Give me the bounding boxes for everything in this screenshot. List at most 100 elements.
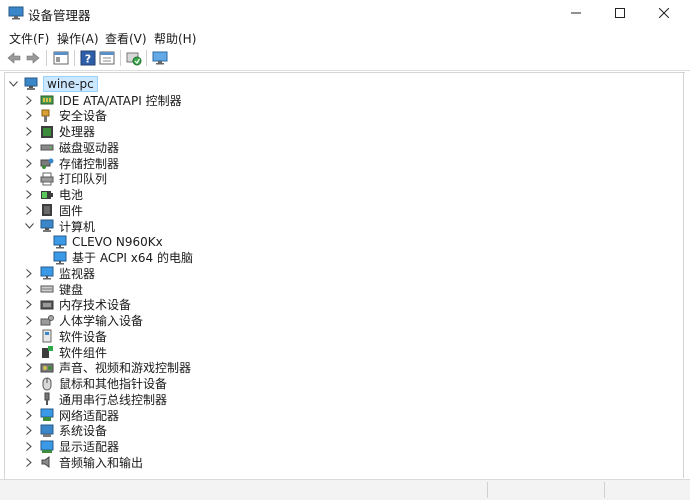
chevron-right-icon[interactable] <box>23 391 35 407</box>
device-category[interactable]: 内存技术设备 <box>23 297 131 313</box>
menu-action[interactable]: 操作(A) <box>57 30 99 47</box>
chevron-right-icon[interactable] <box>23 92 35 108</box>
display-adapter-icon <box>40 440 54 453</box>
chevron-down-icon[interactable] <box>23 218 35 234</box>
chevron-right-icon[interactable] <box>23 439 35 455</box>
chevron-right-icon[interactable] <box>23 124 35 140</box>
chevron-right-icon[interactable] <box>23 202 35 218</box>
security-key-icon <box>41 109 50 122</box>
properties-icon[interactable] <box>99 50 115 66</box>
scan-hardware-icon[interactable] <box>152 50 168 66</box>
device-item[interactable]: 基于 ACPI x64 的电脑 <box>53 250 193 266</box>
toolbar: ? <box>0 46 690 71</box>
root-computer-label: wine-pc <box>43 76 98 92</box>
device-category[interactable]: 安全设备 <box>23 108 107 124</box>
device-category[interactable]: 键盘 <box>23 281 83 297</box>
maximize-button[interactable] <box>598 0 642 26</box>
device-category[interactable]: 通用串行总线控制器 <box>23 391 167 407</box>
toolbar-separator <box>46 50 47 66</box>
device-category[interactable]: 鼠标和其他指针设备 <box>23 376 167 392</box>
device-label: 固件 <box>59 203 84 218</box>
status-separator <box>604 482 605 498</box>
device-category[interactable]: 存储控制器 <box>23 155 119 171</box>
device-category[interactable]: 显示适配器 <box>23 439 119 455</box>
device-category[interactable]: 监视器 <box>23 265 95 281</box>
menu-file[interactable]: 文件(F) <box>9 30 49 47</box>
device-label: 监视器 <box>59 266 96 281</box>
show-hide-console-tree-icon[interactable] <box>53 50 69 66</box>
device-label: 处理器 <box>59 125 96 139</box>
hid-icon <box>40 314 54 325</box>
device-label: 人体学输入设备 <box>59 314 144 328</box>
chevron-down-icon[interactable] <box>7 76 19 92</box>
window-title: 设备管理器 <box>28 8 91 23</box>
system-device-icon <box>40 424 54 437</box>
update-driver-icon[interactable] <box>126 50 142 66</box>
audio-io-icon <box>41 456 50 469</box>
device-category[interactable]: 人体学输入设备 <box>23 313 143 329</box>
minimize-button[interactable] <box>554 0 598 26</box>
memory-device-icon <box>40 300 54 310</box>
device-category[interactable]: 打印队列 <box>23 171 107 187</box>
chevron-right-icon[interactable] <box>23 454 35 470</box>
device-category[interactable]: 音频输入和输出 <box>23 454 143 470</box>
device-category[interactable]: 固件 <box>23 202 83 218</box>
chevron-right-icon[interactable] <box>23 108 35 124</box>
chevron-right-icon[interactable] <box>23 297 35 313</box>
chevron-right-icon[interactable] <box>23 407 35 423</box>
device-label: 声音、视频和游戏控制器 <box>59 361 192 376</box>
tree-root[interactable]: wine-pc <box>7 76 98 92</box>
device-category[interactable]: 系统设备 <box>23 423 107 439</box>
chevron-right-icon[interactable] <box>23 328 35 344</box>
device-label: 软件设备 <box>59 329 108 344</box>
title-bar: 设备管理器 <box>0 0 690 26</box>
forward-arrow-icon[interactable] <box>25 50 41 66</box>
device-category[interactable]: 声音、视频和游戏控制器 <box>23 360 191 376</box>
device-category[interactable]: 软件设备 <box>23 328 107 344</box>
help-icon[interactable]: ? <box>80 50 96 66</box>
chevron-right-icon[interactable] <box>23 313 35 329</box>
device-label: CLEVO N960Kx <box>72 234 163 249</box>
status-separator <box>487 482 488 498</box>
back-arrow-icon[interactable] <box>6 50 22 66</box>
software-component-icon <box>42 346 53 358</box>
device-category[interactable]: 电池 <box>23 187 83 203</box>
menu-bar: 文件(F) 操作(A) 查看(V) 帮助(H) <box>0 27 690 47</box>
device-tree: wine-pc IDE ATA/ATAPI 控制器 安全设备 处理器 磁盘驱动器 存储控… <box>4 72 685 479</box>
chevron-right-icon[interactable] <box>23 360 35 376</box>
device-item[interactable]: CLEVO N960Kx <box>53 234 163 250</box>
minimize-icon <box>571 12 581 14</box>
computer-icon <box>40 219 54 232</box>
battery-icon <box>41 190 53 199</box>
device-category[interactable]: IDE ATA/ATAPI 控制器 <box>23 92 182 108</box>
chevron-right-icon[interactable] <box>23 281 35 297</box>
device-label: 显示适配器 <box>59 440 120 454</box>
chevron-right-icon[interactable] <box>23 423 35 439</box>
device-label: 通用串行总线控制器 <box>59 392 168 407</box>
device-category[interactable]: 网络适配器 <box>23 407 119 423</box>
menu-help[interactable]: 帮助(H) <box>154 30 196 47</box>
chevron-right-icon[interactable] <box>23 265 35 281</box>
chevron-right-icon[interactable] <box>23 155 35 171</box>
chevron-right-icon[interactable] <box>23 171 35 187</box>
device-label: 安全设备 <box>59 109 108 124</box>
storage-controller-icon <box>40 158 54 169</box>
chevron-right-icon[interactable] <box>23 187 35 203</box>
monitor-icon <box>53 251 67 264</box>
chevron-right-icon[interactable] <box>23 139 35 155</box>
keyboard-icon <box>40 285 54 293</box>
device-category[interactable]: 软件组件 <box>23 344 107 360</box>
chevron-right-icon[interactable] <box>23 344 35 360</box>
device-category[interactable]: 磁盘驱动器 <box>23 139 119 155</box>
monitor-icon <box>53 235 67 249</box>
software-device-icon <box>42 329 52 343</box>
close-button[interactable] <box>642 0 686 26</box>
usb-icon <box>44 392 50 406</box>
chevron-right-icon[interactable] <box>23 376 35 392</box>
device-label: 鼠标和其他指针设备 <box>59 377 168 391</box>
device-category[interactable]: 计算机 <box>23 218 95 234</box>
tree-border <box>683 72 684 478</box>
device-category[interactable]: 处理器 <box>23 124 95 140</box>
device-label: 电池 <box>59 188 84 202</box>
menu-view[interactable]: 查看(V) <box>105 30 147 47</box>
